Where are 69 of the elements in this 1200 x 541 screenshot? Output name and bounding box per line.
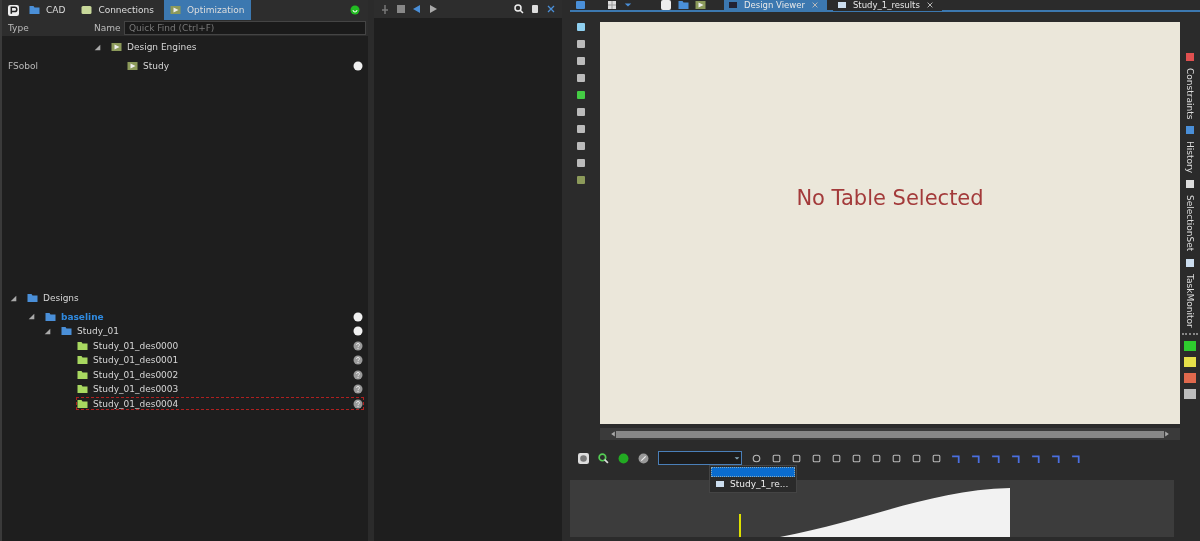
- zoom-icon[interactable]: [598, 452, 609, 464]
- folder-icon: [678, 0, 689, 10]
- folder-icon: [77, 398, 88, 409]
- question-icon: [353, 369, 363, 380]
- question-icon: [353, 340, 363, 351]
- axis-line: [739, 513, 741, 537]
- tab[interactable]: Connections: [75, 0, 160, 20]
- folder-icon: [77, 355, 88, 366]
- tree-item[interactable]: Study_01_des0002: [93, 369, 348, 380]
- search-icon[interactable]: [514, 4, 524, 14]
- refresh-icon: [350, 5, 360, 15]
- status-dot: [353, 60, 363, 71]
- document-tab[interactable]: Study_1_results: [832, 0, 942, 11]
- question-icon: [353, 398, 363, 409]
- close-icon[interactable]: [925, 0, 934, 10]
- pin-icon[interactable]: [380, 4, 390, 14]
- tree-item[interactable]: Designs: [43, 293, 363, 304]
- expanded-icon: [28, 313, 35, 321]
- table-icon: [715, 479, 725, 489]
- folder-icon: [77, 369, 88, 380]
- document-tab[interactable]: Design Viewer: [724, 0, 827, 11]
- copy-icon[interactable]: [530, 4, 540, 14]
- tab[interactable]: Optimization: [164, 0, 251, 20]
- tree-item[interactable]: Study_01_des0003: [93, 384, 348, 395]
- column-header: Type: [8, 23, 30, 33]
- tree-item[interactable]: Study_01_des0000: [93, 340, 348, 351]
- tab[interactable]: CAD: [23, 0, 72, 20]
- folder-icon: [29, 5, 40, 15]
- tree-item[interactable]: Design Engines: [127, 42, 363, 53]
- viewer-icon: [728, 0, 738, 10]
- tree-item[interactable]: Study: [143, 60, 348, 71]
- folder-icon: [61, 326, 72, 337]
- table-icon: [836, 0, 847, 10]
- status-dot: [353, 311, 363, 322]
- stop-icon[interactable]: [396, 4, 406, 14]
- box-icon: [81, 5, 93, 15]
- logo-icon: [8, 4, 19, 16]
- side-tab[interactable]: SelectionSet: [1185, 195, 1195, 252]
- question-icon: [353, 384, 363, 395]
- folder-icon: [27, 293, 38, 304]
- empty-message: No Table Selected: [796, 186, 984, 210]
- search-field[interactable]: Quick Find (Ctrl+F): [124, 21, 366, 35]
- close-icon[interactable]: [546, 4, 556, 14]
- dropdown[interactable]: [658, 451, 742, 465]
- tree-item[interactable]: Study_01_des0001: [93, 355, 348, 366]
- menu-item[interactable]: Study_1_re...: [711, 477, 795, 491]
- tree-item[interactable]: baseline: [61, 311, 348, 322]
- folder-icon: [45, 311, 56, 322]
- layout-icon[interactable]: [606, 0, 618, 10]
- type-text: FSobol: [8, 60, 38, 71]
- question-icon: [353, 355, 363, 366]
- expanded-icon: [10, 294, 17, 302]
- folder-icon: [77, 384, 88, 395]
- back-icon[interactable]: [412, 4, 422, 14]
- side-tab[interactable]: History: [1185, 141, 1195, 174]
- tree-item[interactable]: Study_01: [77, 326, 348, 337]
- folder-icon: [77, 340, 88, 351]
- expanded-icon: [94, 43, 101, 51]
- forward-icon[interactable]: [428, 4, 438, 14]
- scrollbar-thumb[interactable]: [616, 430, 1164, 438]
- side-tab[interactable]: Constraints: [1185, 68, 1195, 120]
- side-tab[interactable]: TaskMonitor: [1185, 273, 1195, 328]
- record-icon[interactable]: [578, 452, 589, 464]
- status-dot: [353, 326, 363, 337]
- refresh-icon[interactable]: [618, 452, 629, 464]
- logo-icon[interactable]: [660, 0, 672, 10]
- expanded-icon: [44, 327, 51, 335]
- window-icon[interactable]: [574, 0, 586, 10]
- column-header: Name: [94, 23, 122, 33]
